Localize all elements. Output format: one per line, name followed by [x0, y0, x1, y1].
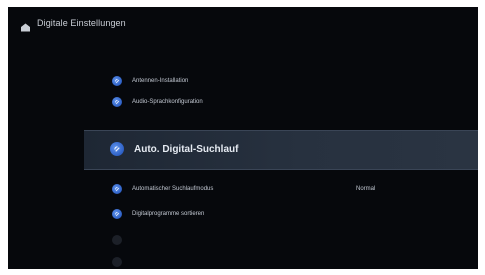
menu-item-digitalprogramme-sortieren[interactable]: Digitalprogramme sortieren: [112, 206, 204, 222]
menu-item-value: Normal: [356, 186, 376, 192]
menu-item-label: Antennen-Installation: [132, 78, 189, 84]
menu-item-label: Automatischer Suchlaufmodus: [132, 186, 214, 192]
menu-title: Digitale Einstellungen: [37, 18, 126, 28]
screenshot-frame: Digitale Einstellungen Antennen-Installa…: [0, 0, 485, 275]
disabled-icon: [112, 235, 122, 245]
menu-item-label: Audio-Sprachkonfiguration: [132, 99, 203, 105]
menu-item-disabled: [112, 232, 132, 248]
menu-item-auto-digital-suchlauf[interactable]: Auto. Digital-Suchlauf: [110, 138, 238, 160]
menu-item-label: Auto. Digital-Suchlauf: [134, 143, 239, 155]
search-icon: [110, 142, 124, 156]
settings-icon: [112, 97, 122, 107]
menu-item-antennen-installation[interactable]: Antennen-Installation: [112, 73, 188, 89]
scan-icon: [112, 184, 122, 194]
menu-item-disabled: [112, 254, 132, 269]
disabled-icon: [112, 257, 122, 267]
list-icon: [112, 209, 122, 219]
home-icon: [20, 19, 31, 31]
tv-menu-screen: Digitale Einstellungen Antennen-Installa…: [8, 7, 478, 269]
menu-item-label: Digitalprogramme sortieren: [132, 211, 205, 217]
satellite-icon: [112, 76, 122, 86]
menu-item-audio-sprachkonfiguration[interactable]: Audio-Sprachkonfiguration: [112, 94, 203, 110]
menu-item-automatischer-suchlaufmodus[interactable]: Automatischer Suchlaufmodus Normal: [112, 181, 452, 197]
menu-header: Digitale Einstellungen: [20, 16, 126, 31]
